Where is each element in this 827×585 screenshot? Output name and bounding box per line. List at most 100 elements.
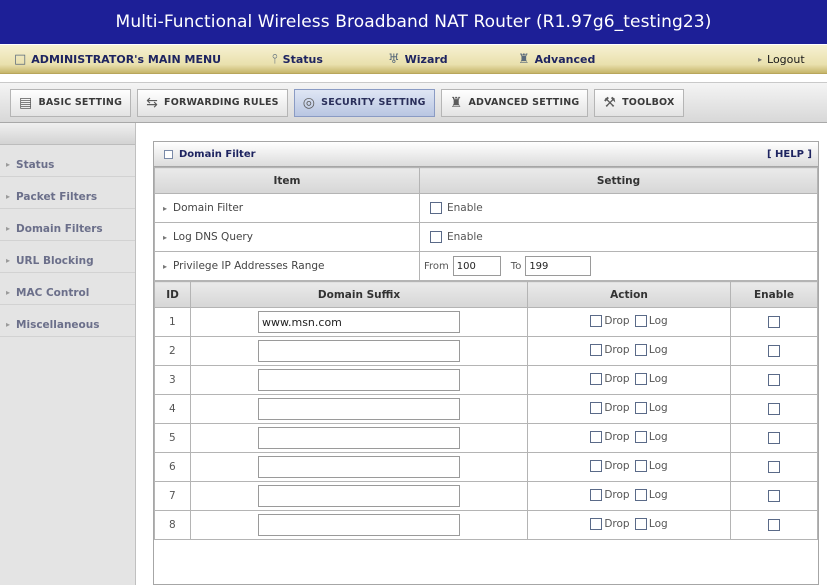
sidebar-item-packet-filters[interactable]: ▸ Packet Filters xyxy=(0,185,135,209)
log-label: Log xyxy=(648,459,668,472)
top-menu-bar: □ ADMINISTRATOR's MAIN MENU ⫯ Status ♅ W… xyxy=(0,44,827,74)
advanced-menu-link[interactable]: ♜ Advanced xyxy=(518,52,595,67)
enable-cell xyxy=(730,394,818,424)
tab-advanced-setting-label: ADVANCED SETTING xyxy=(468,97,580,108)
privilege-range-setting: From To xyxy=(419,251,818,281)
domain-suffix-input[interactable] xyxy=(258,485,460,507)
sidebar-item-domain-filters[interactable]: ▸ Domain Filters xyxy=(0,217,135,241)
row-enable-checkbox[interactable] xyxy=(768,403,780,415)
drop-checkbox[interactable] xyxy=(590,517,603,530)
action-cell: Drop Log xyxy=(527,336,731,366)
sidebar-item-url-blocking[interactable]: ▸ URL Blocking xyxy=(0,249,135,273)
square-bullet-icon: □ xyxy=(14,51,27,67)
status-menu-link[interactable]: ⫯ Status xyxy=(272,52,323,67)
privilege-range-label: Privilege IP Addresses Range xyxy=(173,260,325,272)
tab-advanced-setting[interactable]: ♜ ADVANCED SETTING xyxy=(440,88,589,117)
drop-checkbox[interactable] xyxy=(590,372,603,385)
sidebar-header xyxy=(0,123,135,145)
row-enable-checkbox[interactable] xyxy=(768,432,780,444)
domain-cell xyxy=(190,394,528,424)
domain-row: 5 Drop Log xyxy=(154,423,818,453)
column-header-action: Action xyxy=(527,281,731,308)
tab-toolbox[interactable]: ⚒ TOOLBOX xyxy=(594,88,684,117)
enable-cell xyxy=(730,307,818,337)
log-label: Log xyxy=(648,372,668,385)
log-checkbox[interactable] xyxy=(634,314,647,327)
row-id: 8 xyxy=(154,510,191,540)
domain-suffix-input[interactable] xyxy=(258,398,460,420)
drop-checkbox[interactable] xyxy=(590,314,603,327)
arrow-bullet-icon: ▸ xyxy=(163,261,168,271)
sidebar-item-miscellaneous[interactable]: ▸ Miscellaneous xyxy=(0,313,135,337)
drop-label: Drop xyxy=(604,372,630,385)
log-label: Log xyxy=(648,343,668,356)
drop-checkbox[interactable] xyxy=(590,430,603,443)
logout-link[interactable]: ▸ Logout xyxy=(758,53,805,66)
row-enable-checkbox[interactable] xyxy=(768,461,780,473)
domain-cell xyxy=(190,452,528,482)
drop-checkbox[interactable] xyxy=(590,459,603,472)
domain-suffix-input[interactable] xyxy=(258,427,460,449)
sidebar-item-label: URL Blocking xyxy=(16,254,94,267)
domain-list-header-row: ID Domain Suffix Action Enable xyxy=(154,281,818,308)
row-id: 7 xyxy=(154,481,191,511)
row-enable-checkbox[interactable] xyxy=(768,490,780,502)
arrow-bullet-icon: ▸ xyxy=(6,160,11,169)
drop-checkbox[interactable] xyxy=(590,488,603,501)
sidebar-item-label: Packet Filters xyxy=(16,190,98,203)
main-menu-link[interactable]: □ ADMINISTRATOR's MAIN MENU xyxy=(14,52,221,67)
row-enable-checkbox[interactable] xyxy=(768,374,780,386)
domain-suffix-input[interactable] xyxy=(258,514,460,536)
domain-filter-setting: Enable xyxy=(419,193,818,223)
domain-row: 3 Drop Log xyxy=(154,365,818,395)
enable-cell xyxy=(730,423,818,453)
action-cell: Drop Log xyxy=(527,481,731,511)
drop-checkbox[interactable] xyxy=(590,343,603,356)
wizard-menu-link[interactable]: ♅ Wizard xyxy=(388,52,448,67)
arrow-bullet-icon: ▸ xyxy=(6,320,11,329)
drop-checkbox[interactable] xyxy=(590,401,603,414)
domain-cell xyxy=(190,307,528,337)
tab-forwarding-rules[interactable]: ⇆ FORWARDING RULES xyxy=(137,88,288,117)
drop-label: Drop xyxy=(604,430,630,443)
domain-suffix-input[interactable] xyxy=(258,456,460,478)
domain-filter-enable-checkbox[interactable] xyxy=(430,202,442,214)
row-enable-checkbox[interactable] xyxy=(768,316,780,328)
log-checkbox[interactable] xyxy=(634,459,647,472)
domain-filter-cell: ▸ Domain Filter xyxy=(154,193,420,223)
sidebar-item-mac-control[interactable]: ▸ MAC Control xyxy=(0,281,135,305)
tab-basic-setting[interactable]: ▤ BASIC SETTING xyxy=(10,88,132,117)
log-dns-enable-checkbox[interactable] xyxy=(430,231,442,243)
help-link[interactable]: [ HELP ] xyxy=(767,149,812,160)
log-label: Log xyxy=(648,517,668,530)
domain-row: 8 Drop Log xyxy=(154,510,818,540)
sidebar-item-status[interactable]: ▸ Status xyxy=(0,153,135,177)
domain-suffix-input[interactable] xyxy=(258,340,460,362)
log-checkbox[interactable] xyxy=(634,343,647,356)
log-checkbox[interactable] xyxy=(634,430,647,443)
row-id: 5 xyxy=(154,423,191,453)
row-enable-checkbox[interactable] xyxy=(768,519,780,531)
row-enable-checkbox[interactable] xyxy=(768,345,780,357)
log-label: Log xyxy=(648,314,668,327)
log-checkbox[interactable] xyxy=(634,372,647,385)
to-input[interactable] xyxy=(525,256,592,276)
window-title: Multi-Functional Wireless Broadband NAT … xyxy=(0,0,827,44)
domain-cell xyxy=(190,423,528,453)
action-cell: Drop Log xyxy=(527,307,731,337)
domain-suffix-input[interactable] xyxy=(258,311,460,333)
drop-label: Drop xyxy=(604,401,630,414)
domain-cell xyxy=(190,510,528,540)
log-checkbox[interactable] xyxy=(634,488,647,501)
row-id: 1 xyxy=(154,307,191,337)
enable-cell xyxy=(730,336,818,366)
from-input[interactable] xyxy=(452,256,501,276)
domain-filter-enable-label: Enable xyxy=(447,202,483,214)
domain-suffix-input[interactable] xyxy=(258,369,460,391)
domain-row: 4 Drop Log xyxy=(154,394,818,424)
log-checkbox[interactable] xyxy=(634,517,647,530)
tab-security-setting[interactable]: ◎ SECURITY SETTING xyxy=(293,88,435,117)
status-icon: ⫯ xyxy=(272,51,278,67)
log-dns-label: Log DNS Query xyxy=(173,231,253,243)
log-checkbox[interactable] xyxy=(634,401,647,414)
